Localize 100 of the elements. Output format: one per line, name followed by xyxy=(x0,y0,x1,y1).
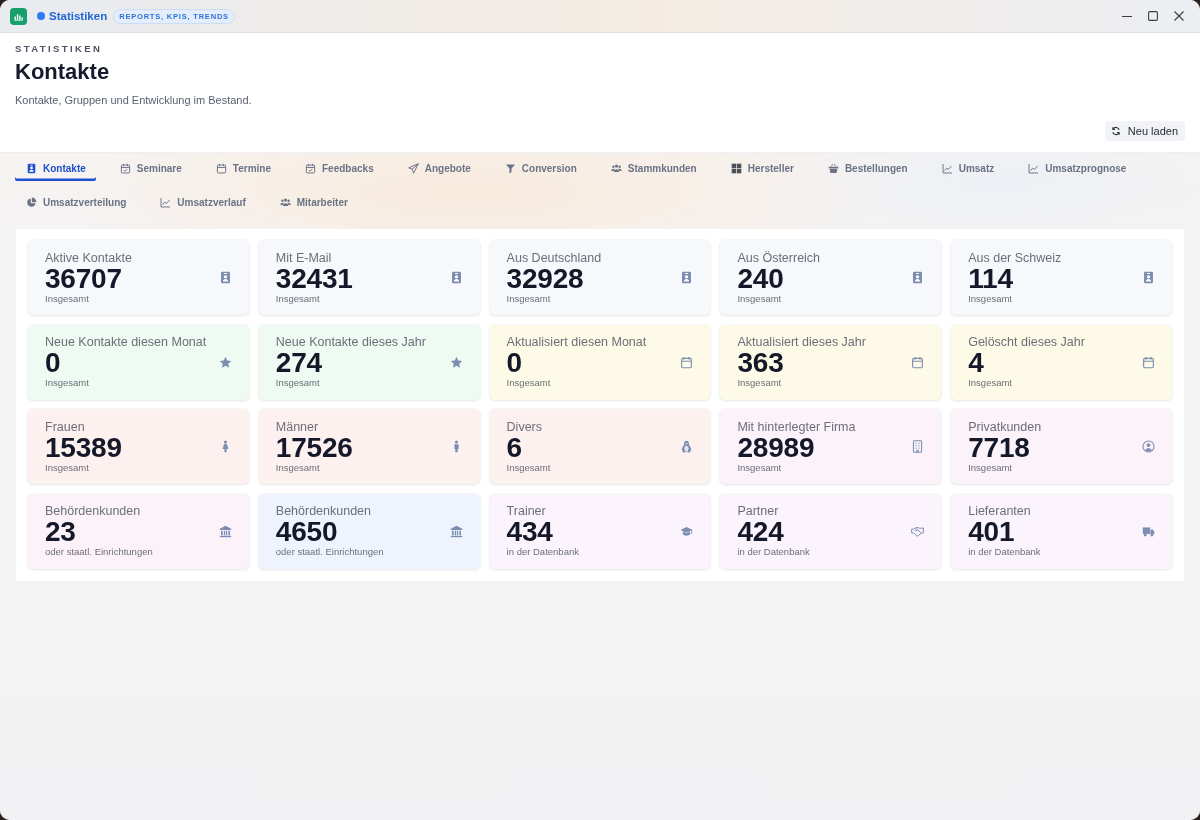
card-value: 240 xyxy=(737,264,784,293)
card-value: 4 xyxy=(968,349,984,377)
refresh-icon xyxy=(1110,126,1121,136)
card-label: Behördenkunden xyxy=(275,504,372,518)
card-note: oder staatl. Einrichtungen xyxy=(45,546,153,558)
card-label: Privatkunden xyxy=(968,419,1042,434)
window-title: Statistiken xyxy=(49,10,108,22)
user-circle-icon xyxy=(1142,440,1155,453)
handshake-icon xyxy=(911,524,925,538)
card-label: Frauen xyxy=(45,419,85,434)
close-icon xyxy=(1174,11,1184,21)
card-label: Aktualisiert diesen Monat xyxy=(506,335,647,349)
funnel-icon xyxy=(504,163,516,174)
tab[interactable]: Kontakte xyxy=(15,156,96,181)
id-badge-icon xyxy=(1142,271,1155,284)
card-value: 114 xyxy=(968,264,1013,293)
calendar-icon xyxy=(215,163,227,174)
section-eyebrow: STATISTIKEN xyxy=(15,42,103,56)
tab[interactable]: Mitarbeiter xyxy=(268,190,358,215)
card-note: Insgesamt xyxy=(275,292,320,305)
card-note: Insgesamt xyxy=(45,461,89,474)
card-value: 28989 xyxy=(737,433,815,462)
card-label: Männer xyxy=(275,419,319,434)
card-value: 424 xyxy=(737,518,784,546)
line-chart-icon xyxy=(1028,163,1040,174)
basket-icon xyxy=(827,163,839,174)
id-badge-icon xyxy=(218,271,232,284)
tab[interactable]: Umsatz xyxy=(930,156,1005,181)
tab[interactable]: Stammkunden xyxy=(599,156,707,181)
id-badge-icon xyxy=(680,271,694,284)
card-note: Insgesamt xyxy=(737,292,782,305)
card-label: Gelöscht dieses Jahr xyxy=(968,335,1085,349)
card-note: Insgesamt xyxy=(737,377,782,389)
card-label: Lieferanten xyxy=(968,504,1031,518)
card-note: Insgesamt xyxy=(968,292,1012,305)
card-value: 0 xyxy=(45,349,61,377)
tab[interactable]: Bestellungen xyxy=(816,156,918,181)
grid-icon xyxy=(730,163,742,174)
card-label: Trainer xyxy=(506,504,546,518)
card-value: 36707 xyxy=(45,264,122,293)
card-value: 4650 xyxy=(275,518,338,546)
line-chart-icon xyxy=(160,197,172,208)
paper-plane-icon xyxy=(407,163,419,174)
tab[interactable]: Angebote xyxy=(396,156,481,181)
users-icon xyxy=(279,197,291,208)
minimize-icon xyxy=(1122,15,1132,17)
card-value: 7718 xyxy=(968,433,1030,462)
card-note: Insgesamt xyxy=(45,292,89,305)
card-note: Insgesamt xyxy=(968,461,1012,474)
card-note: Insgesamt xyxy=(506,461,551,474)
card-note: in der Datenbank xyxy=(968,546,1041,558)
reload-button[interactable]: Neu laden xyxy=(1104,121,1185,141)
card-label: Neue Kontakte dieses Jahr xyxy=(275,335,426,349)
card-value: 17526 xyxy=(275,433,353,462)
card-value: 23 xyxy=(45,518,76,546)
card-note: in der Datenbank xyxy=(737,546,810,558)
star-icon xyxy=(218,355,232,369)
card-note: Insgesamt xyxy=(275,461,320,474)
card-note: oder staatl. Einrichtungen xyxy=(275,546,384,558)
tab[interactable]: Termine xyxy=(204,156,281,181)
card-label: Aktive Kontakte xyxy=(45,250,132,265)
card-value: 32928 xyxy=(506,264,584,293)
line-chart-icon xyxy=(941,163,953,174)
users-icon xyxy=(610,163,622,174)
graduation-cap-icon xyxy=(680,524,694,538)
card-value: 6 xyxy=(506,433,522,462)
tab[interactable]: Feedbacks xyxy=(294,156,384,181)
calendar-icon xyxy=(680,355,694,369)
pie-chart-icon xyxy=(26,197,37,208)
card-value: 401 xyxy=(968,518,1015,546)
tab[interactable]: Seminare xyxy=(108,156,192,181)
building-icon xyxy=(911,440,925,453)
card-label: Aus Österreich xyxy=(737,250,821,265)
card-value: 15389 xyxy=(45,433,122,462)
columned-building-icon xyxy=(449,524,463,538)
card-note: Insgesamt xyxy=(275,377,320,389)
card-note: Insgesamt xyxy=(45,377,89,389)
card-label: Divers xyxy=(506,419,542,434)
columned-building-icon xyxy=(218,524,232,538)
calendar-check-icon xyxy=(119,163,131,174)
card-value: 434 xyxy=(506,518,553,546)
card-value: 274 xyxy=(275,349,322,377)
id-badge-icon xyxy=(449,271,463,284)
card-value: 0 xyxy=(506,349,522,377)
bar-chart-icon xyxy=(10,7,27,25)
card-label: Behördenkunden xyxy=(45,504,141,518)
card-label: Partner xyxy=(737,504,779,518)
tab[interactable]: Hersteller xyxy=(719,156,804,181)
calendar-icon xyxy=(911,355,925,369)
card-note: Insgesamt xyxy=(506,377,551,389)
card-label: Neue Kontakte diesen Monat xyxy=(45,335,207,349)
penguin-icon xyxy=(680,440,694,453)
tab[interactable]: Umsatzverteilung xyxy=(15,190,137,215)
card-value: 32431 xyxy=(275,264,353,293)
tab[interactable]: Umsatzprognose xyxy=(1017,156,1137,181)
maximize-icon xyxy=(1148,11,1158,21)
tab[interactable]: Umsatzverlauf xyxy=(149,190,256,215)
star-icon xyxy=(449,355,463,369)
tab[interactable]: Conversion xyxy=(493,156,587,181)
card-label: Mit hinterlegter Firma xyxy=(737,419,856,434)
